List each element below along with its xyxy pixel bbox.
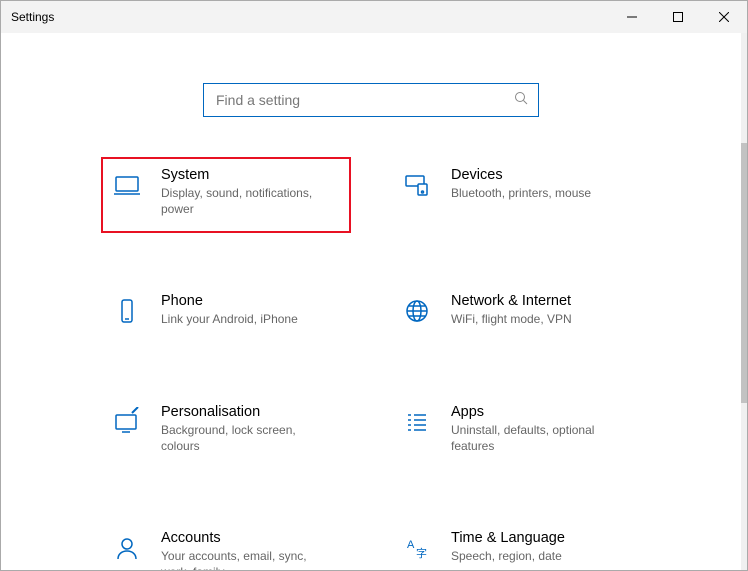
scrollbar-thumb[interactable]: [741, 143, 747, 403]
accounts-icon: [111, 532, 143, 564]
caption-buttons: [609, 1, 747, 33]
settings-window: Settings: [0, 0, 748, 571]
globe-icon: [401, 295, 433, 327]
tile-time-language[interactable]: A字 Time & Language Speech, region, date: [391, 520, 641, 570]
tile-system[interactable]: System Display, sound, notifications, po…: [101, 157, 351, 233]
tile-title: System: [161, 167, 331, 183]
tile-title: Network & Internet: [451, 293, 572, 309]
search-box[interactable]: [203, 83, 539, 117]
svg-text:字: 字: [416, 546, 427, 560]
tile-title: Time & Language: [451, 530, 565, 546]
maximize-icon: [673, 12, 683, 22]
tile-desc: Your accounts, email, sync, work, family: [161, 548, 331, 570]
system-icon: [111, 169, 143, 201]
minimize-button[interactable]: [609, 1, 655, 33]
tile-network[interactable]: Network & Internet WiFi, flight mode, VP…: [391, 283, 641, 343]
client-area: System Display, sound, notifications, po…: [1, 33, 741, 570]
tile-apps[interactable]: Apps Uninstall, defaults, optional featu…: [391, 394, 641, 470]
tile-desc: Background, lock screen, colours: [161, 422, 331, 454]
window-title: Settings: [11, 10, 54, 24]
personalisation-icon: [111, 406, 143, 438]
tile-phone[interactable]: Phone Link your Android, iPhone: [101, 283, 351, 343]
search-input[interactable]: [214, 91, 514, 109]
minimize-icon: [627, 12, 637, 22]
tile-title: Apps: [451, 404, 621, 420]
titlebar: Settings: [1, 1, 747, 33]
tile-desc: Link your Android, iPhone: [161, 311, 298, 327]
phone-icon: [111, 295, 143, 327]
close-button[interactable]: [701, 1, 747, 33]
apps-icon: [401, 406, 433, 438]
categories-grid: System Display, sound, notifications, po…: [101, 157, 641, 570]
tile-desc: Bluetooth, printers, mouse: [451, 185, 591, 201]
tile-personalisation[interactable]: Personalisation Background, lock screen,…: [101, 394, 351, 470]
svg-text:A: A: [407, 539, 415, 551]
tile-title: Accounts: [161, 530, 331, 546]
tile-desc: Display, sound, notifications, power: [161, 185, 331, 217]
tile-title: Personalisation: [161, 404, 331, 420]
vertical-scrollbar[interactable]: [741, 33, 747, 571]
devices-icon: [401, 169, 433, 201]
search-icon: [514, 91, 528, 110]
tile-devices[interactable]: Devices Bluetooth, printers, mouse: [391, 157, 641, 233]
search-container: [1, 83, 741, 117]
close-icon: [719, 12, 729, 22]
tile-desc: Speech, region, date: [451, 548, 565, 564]
time-language-icon: A字: [401, 532, 433, 564]
tile-desc: WiFi, flight mode, VPN: [451, 311, 572, 327]
tile-accounts[interactable]: Accounts Your accounts, email, sync, wor…: [101, 520, 351, 570]
tile-title: Devices: [451, 167, 591, 183]
tile-title: Phone: [161, 293, 298, 309]
tile-desc: Uninstall, defaults, optional features: [451, 422, 621, 454]
maximize-button[interactable]: [655, 1, 701, 33]
